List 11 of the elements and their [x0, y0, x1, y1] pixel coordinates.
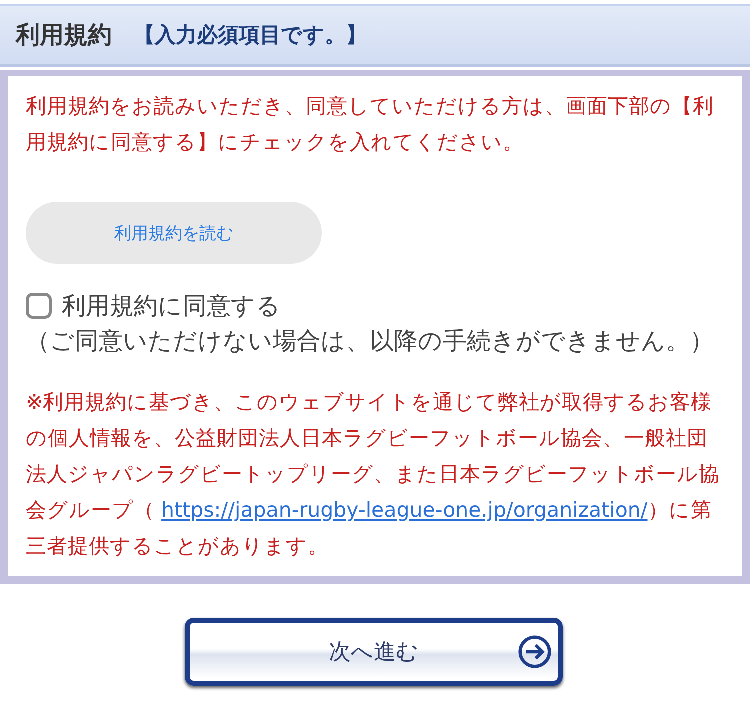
organization-link[interactable]: https://japan-rugby-league-one.jp/organization/ [162, 498, 648, 522]
section-title: 利用規約 [16, 20, 112, 51]
agree-checkbox[interactable] [26, 293, 52, 319]
privacy-notice: ※利用規約に基づき、このウェブサイトを通じて弊社が取得するお客様の個人情報を、公益財団法人日本ラグビーフットボール協会、一般社団法人ジャパンラグビートップリーグ、また日本ラグビーフットボール協会グループ（ https://japan-rugby-league-one.jp/organization/）に第三者提供することがあります。 [26, 389, 721, 560]
arrow-circle-icon [518, 635, 552, 669]
required-note: 【入力必須項目です。】 [134, 22, 367, 49]
agree-label: 利用規約に同意する [62, 291, 281, 322]
agree-note: （ご同意いただけない場合は、以降の手続きができません。） [26, 326, 715, 357]
instruction-text: 利用規約をお読みいただき、同意していただける方は、画面下部の【利用規約に同意する】にチェックを入れてください。 [26, 93, 715, 156]
read-terms-button[interactable]: 利用規約を読む [26, 202, 322, 264]
next-button[interactable]: 次へ進む [185, 618, 563, 686]
